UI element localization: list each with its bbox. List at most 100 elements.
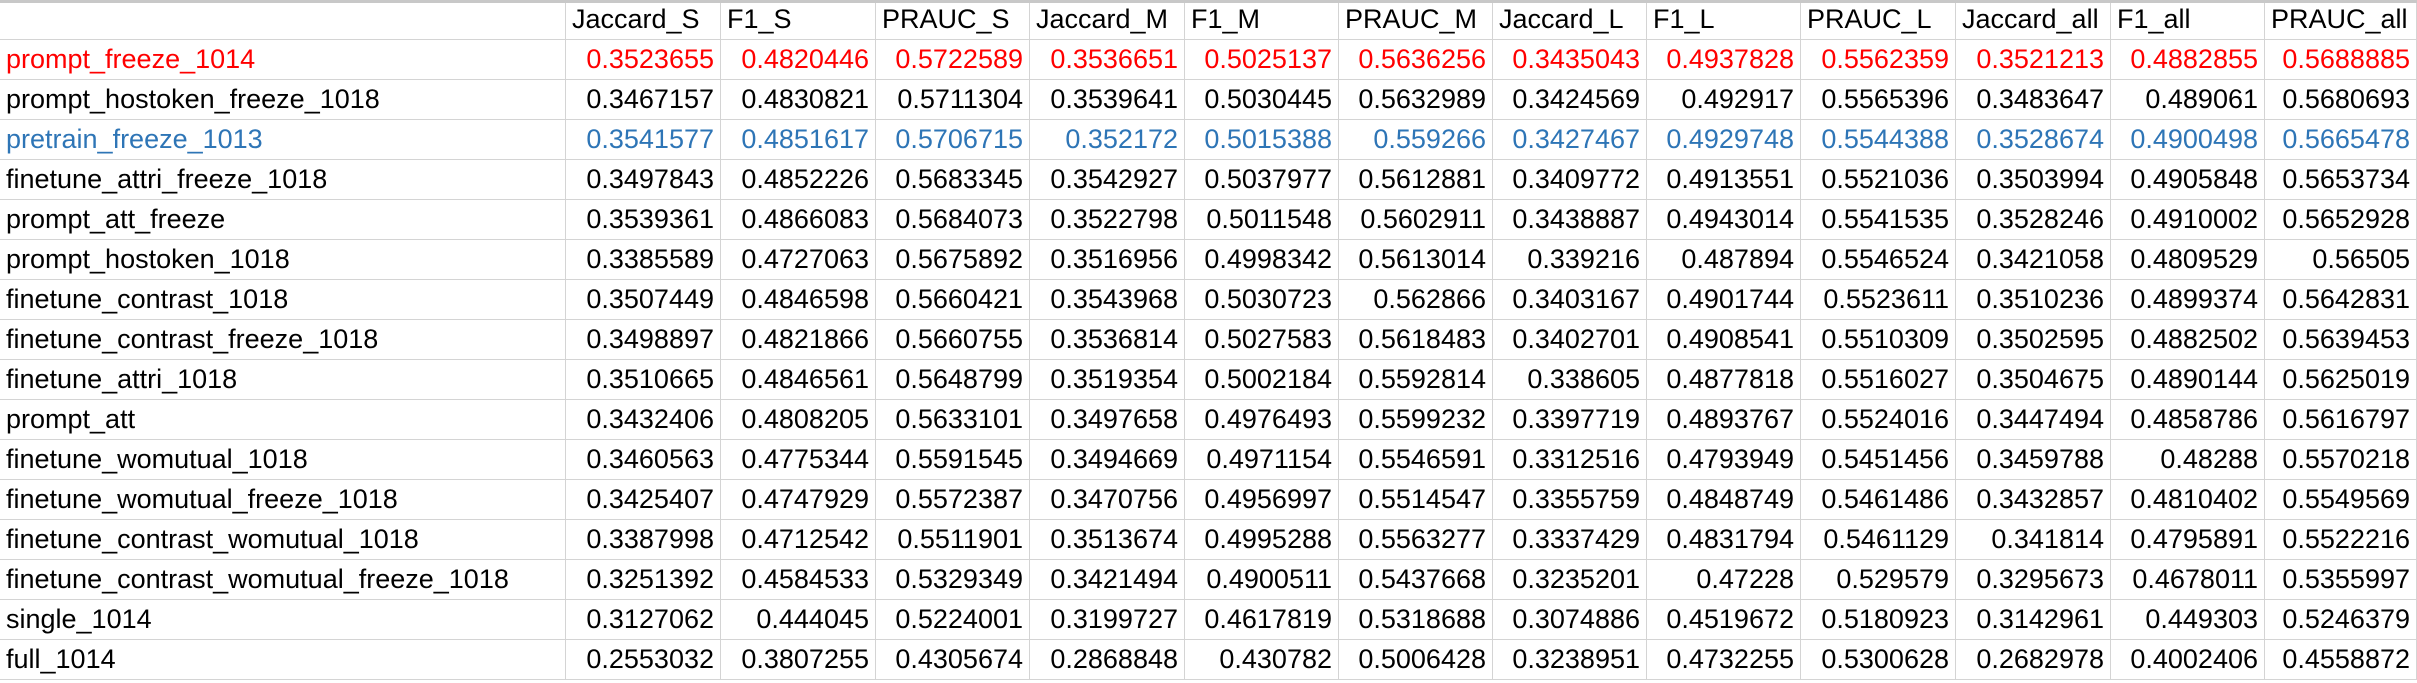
value-cell[interactable]: 0.3807255	[721, 640, 876, 680]
value-cell[interactable]: 0.4995288	[1185, 520, 1339, 560]
value-cell[interactable]: 0.3251392	[566, 560, 721, 600]
value-cell[interactable]: 0.3432857	[1956, 480, 2111, 520]
value-cell[interactable]: 0.4678011	[2111, 560, 2265, 600]
value-cell[interactable]: 0.4908541	[1647, 320, 1801, 360]
header-cell[interactable]: Jaccard_M	[1030, 0, 1185, 40]
value-cell[interactable]: 0.444045	[721, 600, 876, 640]
value-cell[interactable]: 0.3516956	[1030, 240, 1185, 280]
value-cell[interactable]: 0.5680693	[2265, 80, 2417, 120]
row-label-cell[interactable]: prompt_freeze_1014	[0, 40, 566, 80]
value-cell[interactable]: 0.5616797	[2265, 400, 2417, 440]
value-cell[interactable]: 0.5711304	[876, 80, 1030, 120]
row-label-cell[interactable]: full_1014	[0, 640, 566, 680]
value-cell[interactable]: 0.4820446	[721, 40, 876, 80]
value-cell[interactable]: 0.5612881	[1339, 160, 1493, 200]
value-cell[interactable]: 0.5549569	[2265, 480, 2417, 520]
value-cell[interactable]: 0.5025137	[1185, 40, 1339, 80]
row-label-cell[interactable]: prompt_hostoken_freeze_1018	[0, 80, 566, 120]
value-cell[interactable]: 0.47228	[1647, 560, 1801, 600]
value-cell[interactable]: 0.4810402	[2111, 480, 2265, 520]
value-cell[interactable]: 0.5618483	[1339, 320, 1493, 360]
value-cell[interactable]: 0.4848749	[1647, 480, 1801, 520]
value-cell[interactable]: 0.5027583	[1185, 320, 1339, 360]
value-cell[interactable]: 0.3295673	[1956, 560, 2111, 600]
value-cell[interactable]: 0.3504675	[1956, 360, 2111, 400]
value-cell[interactable]: 0.3497658	[1030, 400, 1185, 440]
value-cell[interactable]: 0.4943014	[1647, 200, 1801, 240]
value-cell[interactable]: 0.3539641	[1030, 80, 1185, 120]
value-cell[interactable]: 0.3403167	[1493, 280, 1647, 320]
value-cell[interactable]: 0.5511901	[876, 520, 1030, 560]
value-cell[interactable]: 0.3355759	[1493, 480, 1647, 520]
value-cell[interactable]: 0.4002406	[2111, 640, 2265, 680]
value-cell[interactable]: 0.3541577	[566, 120, 721, 160]
value-cell[interactable]: 0.5546524	[1801, 240, 1956, 280]
value-cell[interactable]: 0.5660755	[876, 320, 1030, 360]
value-cell[interactable]: 0.5516027	[1801, 360, 1956, 400]
value-cell[interactable]: 0.5684073	[876, 200, 1030, 240]
value-cell[interactable]: 0.3235201	[1493, 560, 1647, 600]
value-cell[interactable]: 0.529579	[1801, 560, 1956, 600]
header-cell[interactable]: Jaccard_S	[566, 0, 721, 40]
row-label-cell[interactable]: prompt_hostoken_1018	[0, 240, 566, 280]
value-cell[interactable]: 0.3421058	[1956, 240, 2111, 280]
value-cell[interactable]: 0.3385589	[566, 240, 721, 280]
value-cell[interactable]: 0.3447494	[1956, 400, 2111, 440]
value-cell[interactable]: 0.4305674	[876, 640, 1030, 680]
value-cell[interactable]: 0.5180923	[1801, 600, 1956, 640]
value-cell[interactable]: 0.5510309	[1801, 320, 1956, 360]
value-cell[interactable]: 0.5522216	[2265, 520, 2417, 560]
value-cell[interactable]: 0.3438887	[1493, 200, 1647, 240]
value-cell[interactable]: 0.3502595	[1956, 320, 2111, 360]
value-cell[interactable]: 0.48288	[2111, 440, 2265, 480]
value-cell[interactable]: 0.3510665	[566, 360, 721, 400]
value-cell[interactable]: 0.3421494	[1030, 560, 1185, 600]
value-cell[interactable]: 0.3521213	[1956, 40, 2111, 80]
value-cell[interactable]: 0.3523655	[566, 40, 721, 80]
value-cell[interactable]: 0.5613014	[1339, 240, 1493, 280]
value-cell[interactable]: 0.5706715	[876, 120, 1030, 160]
value-cell[interactable]: 0.5633101	[876, 400, 1030, 440]
value-cell[interactable]: 0.3427467	[1493, 120, 1647, 160]
value-cell[interactable]: 0.4732255	[1647, 640, 1801, 680]
value-cell[interactable]: 0.3513674	[1030, 520, 1185, 560]
value-cell[interactable]: 0.5030723	[1185, 280, 1339, 320]
value-cell[interactable]: 0.3074886	[1493, 600, 1647, 640]
value-cell[interactable]: 0.5572387	[876, 480, 1030, 520]
value-cell[interactable]: 0.3467157	[566, 80, 721, 120]
value-cell[interactable]: 0.338605	[1493, 360, 1647, 400]
value-cell[interactable]: 0.3528246	[1956, 200, 2111, 240]
header-cell[interactable]: PRAUC_S	[876, 0, 1030, 40]
value-cell[interactable]: 0.2868848	[1030, 640, 1185, 680]
value-cell[interactable]: 0.3424569	[1493, 80, 1647, 120]
value-cell[interactable]: 0.4558872	[2265, 640, 2417, 680]
value-cell[interactable]: 0.5524016	[1801, 400, 1956, 440]
row-label-cell[interactable]: finetune_contrast_freeze_1018	[0, 320, 566, 360]
value-cell[interactable]: 0.449303	[2111, 600, 2265, 640]
value-cell[interactable]: 0.5541535	[1801, 200, 1956, 240]
value-cell[interactable]: 0.4808205	[721, 400, 876, 440]
value-cell[interactable]: 0.4910002	[2111, 200, 2265, 240]
header-cell[interactable]: F1_all	[2111, 0, 2265, 40]
value-cell[interactable]: 0.5521036	[1801, 160, 1956, 200]
value-cell[interactable]: 0.559266	[1339, 120, 1493, 160]
value-cell[interactable]: 0.4901744	[1647, 280, 1801, 320]
value-cell[interactable]: 0.4913551	[1647, 160, 1801, 200]
value-cell[interactable]: 0.3522798	[1030, 200, 1185, 240]
value-cell[interactable]: 0.5562359	[1801, 40, 1956, 80]
value-cell[interactable]: 0.4821866	[721, 320, 876, 360]
value-cell[interactable]: 0.5437668	[1339, 560, 1493, 600]
value-cell[interactable]: 0.5002184	[1185, 360, 1339, 400]
value-cell[interactable]: 0.4712542	[721, 520, 876, 560]
value-cell[interactable]: 0.5329349	[876, 560, 1030, 600]
value-cell[interactable]: 0.5722589	[876, 40, 1030, 80]
value-cell[interactable]: 0.5015388	[1185, 120, 1339, 160]
header-cell[interactable]: PRAUC_all	[2265, 0, 2417, 40]
value-cell[interactable]: 0.352172	[1030, 120, 1185, 160]
value-cell[interactable]: 0.430782	[1185, 640, 1339, 680]
header-cell[interactable]: F1_S	[721, 0, 876, 40]
value-cell[interactable]: 0.3507449	[566, 280, 721, 320]
value-cell[interactable]: 0.5592814	[1339, 360, 1493, 400]
value-cell[interactable]: 0.5688885	[2265, 40, 2417, 80]
value-cell[interactable]: 0.4584533	[721, 560, 876, 600]
